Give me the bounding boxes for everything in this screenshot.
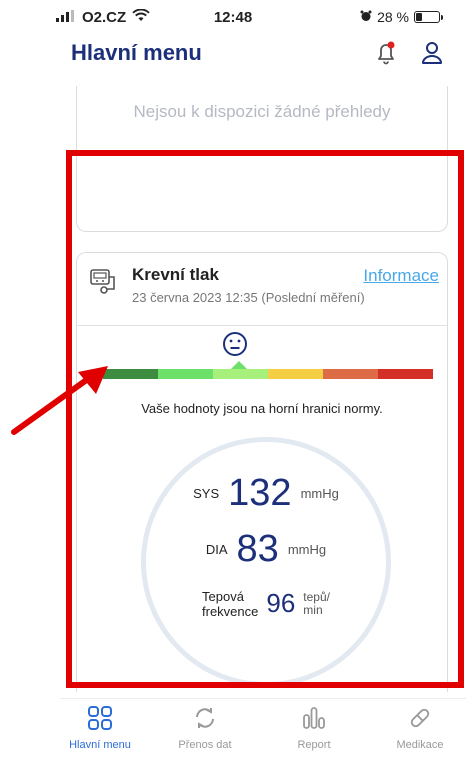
- profile-icon[interactable]: [420, 40, 444, 71]
- page-title: Hlavní menu: [71, 40, 202, 65]
- battery-icon: [414, 11, 443, 23]
- bell-icon[interactable]: [374, 40, 398, 71]
- nav-item-medication[interactable]: Medikace: [380, 705, 460, 751]
- sync-icon: [192, 708, 218, 735]
- status-bar: O2.CZ 12:48 28 %: [0, 0, 466, 36]
- report-icon: [301, 707, 327, 735]
- battery-group: 28 %: [360, 9, 443, 25]
- empty-overview-text: Nejsou k dispozici žádné přehledy: [133, 102, 391, 121]
- grid-icon: [87, 706, 113, 735]
- nav-label-data-transfer: Přenos dat: [178, 739, 232, 751]
- nav-label-report: Report: [297, 739, 331, 751]
- pill-icon: [407, 708, 433, 735]
- highlight-frame: [66, 150, 464, 688]
- nav-item-data-transfer[interactable]: Přenos dat: [165, 705, 245, 751]
- nav-item-report[interactable]: Report: [274, 705, 354, 751]
- alarm-icon: [360, 9, 372, 25]
- nav-label-medication: Medikace: [396, 739, 444, 751]
- battery-percent: 28 %: [377, 9, 409, 25]
- nav-item-main-menu[interactable]: Hlavní menu: [60, 705, 140, 751]
- annotation-arrow-icon: [11, 366, 108, 435]
- nav-label-main-menu: Hlavní menu: [69, 739, 131, 751]
- bottom-navigation: Hlavní menu Přenos dat Report Medikace: [60, 698, 466, 757]
- app-header: Hlavní menu: [0, 36, 466, 86]
